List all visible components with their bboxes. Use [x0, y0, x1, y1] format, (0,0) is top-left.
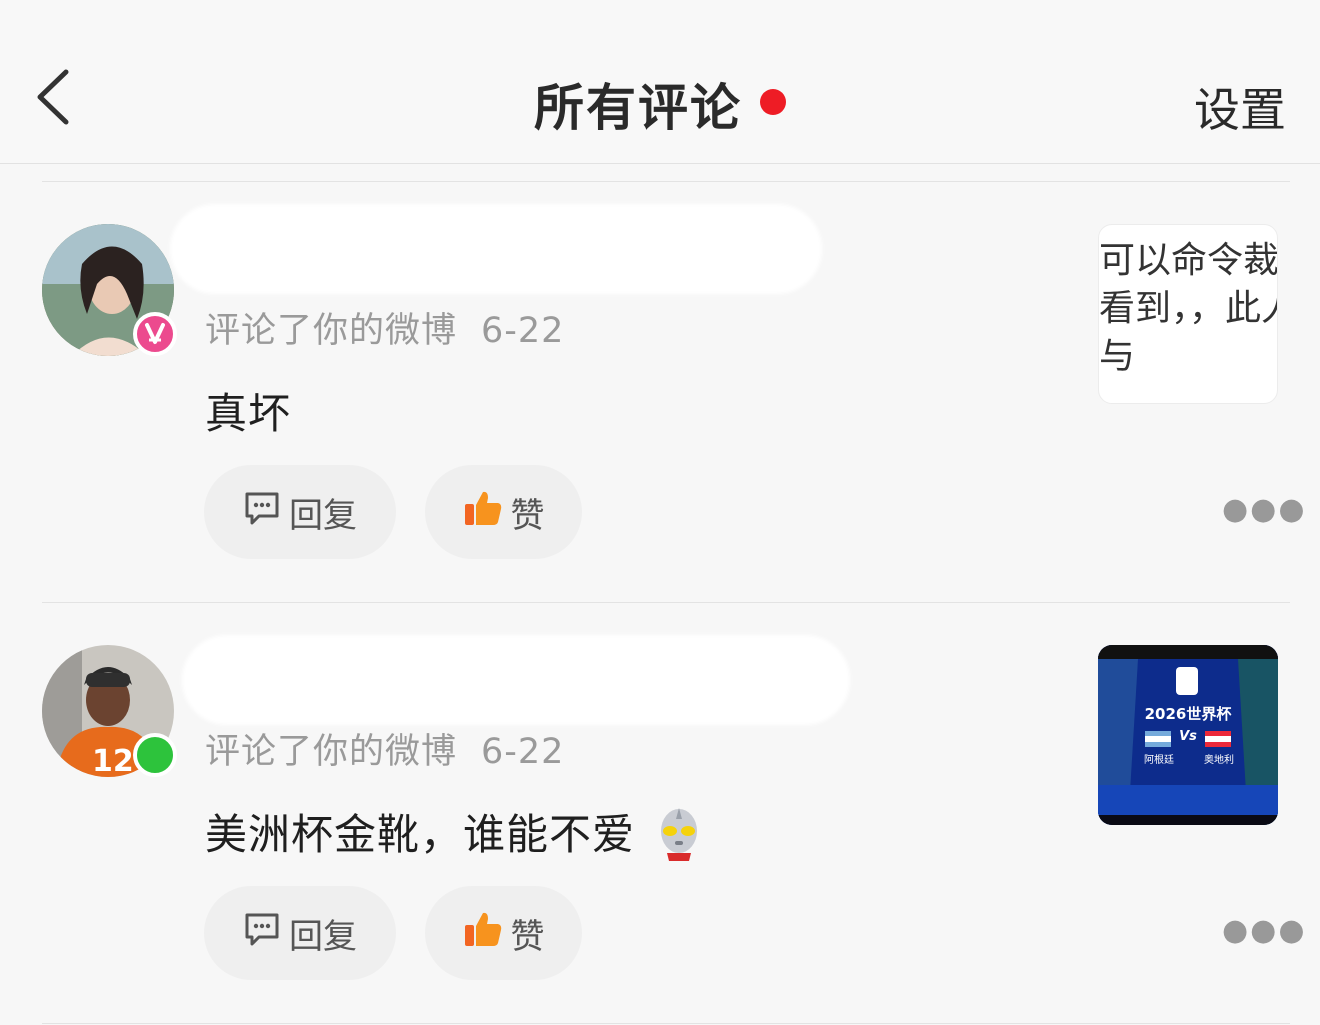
username-redacted[interactable] — [182, 635, 850, 725]
vip-badge-icon — [133, 312, 177, 356]
ultraman-emoji-icon — [655, 805, 703, 871]
thumb-text-line: 可以命令裁 — [1099, 240, 1278, 281]
comment-text: 真坏 — [205, 389, 292, 438]
comment-bubble-icon — [243, 911, 281, 956]
comment-meta-text: 评论了你的微博 — [205, 311, 458, 351]
username-redacted[interactable] — [170, 204, 822, 294]
weibo-thumbnail[interactable]: 可以命令裁 看到，，此人 与 — [1098, 224, 1278, 404]
top-nav-bar: 所有评论 设置 — [0, 0, 1320, 164]
unread-dot — [760, 89, 786, 115]
settings-button[interactable]: 设置 — [1194, 74, 1286, 140]
like-button[interactable]: 赞 — [425, 886, 582, 980]
comment-item: 评论了你的微博 6-22 真坏 回复 赞 ●●● 可以命令裁 看到，，此人 与 — [0, 182, 1320, 602]
weibo-thumbnail[interactable]: 2026世界杯 Vs 阿根廷 奥地利 — [1098, 645, 1278, 825]
thumbs-up-icon — [463, 910, 503, 957]
reply-button[interactable]: 回复 — [204, 465, 396, 559]
comment-text: 美洲杯金靴，谁能不爱 — [205, 810, 636, 859]
thumbs-up-icon — [463, 489, 503, 536]
like-label: 赞 — [510, 916, 545, 957]
comment-bubble-icon — [243, 490, 281, 535]
comment-date: 6-22 — [481, 732, 565, 772]
thumb-team-left: 阿根廷 — [1144, 755, 1174, 766]
divider — [42, 1023, 1290, 1024]
reply-button[interactable]: 回复 — [204, 886, 396, 980]
more-options-icon[interactable]: ●●● — [1222, 913, 1307, 948]
thumb-text-line: 看到，，此人 — [1099, 288, 1278, 329]
thumb-vs: Vs — [1179, 729, 1197, 744]
comment-date: 6-22 — [481, 311, 565, 351]
thumb-team-right: 奥地利 — [1204, 755, 1234, 766]
reply-label: 回复 — [289, 916, 357, 957]
like-button[interactable]: 赞 — [425, 465, 582, 559]
thumb-title: 2026世界杯 — [1144, 705, 1232, 723]
page-title: 所有评论 — [534, 79, 742, 137]
comment-item: 12 评论了你的微博 6-22 美洲杯金靴，谁能不爱 回复 赞 ●●● 2026… — [0, 603, 1320, 1023]
comment-meta-text: 评论了你的微博 — [205, 732, 458, 772]
like-label: 赞 — [510, 495, 545, 536]
svg-text:12: 12 — [92, 744, 134, 777]
reply-label: 回复 — [289, 495, 357, 536]
more-options-icon[interactable]: ●●● — [1222, 492, 1307, 527]
thumb-text-line: 与 — [1099, 336, 1136, 377]
online-status-icon — [133, 733, 177, 777]
